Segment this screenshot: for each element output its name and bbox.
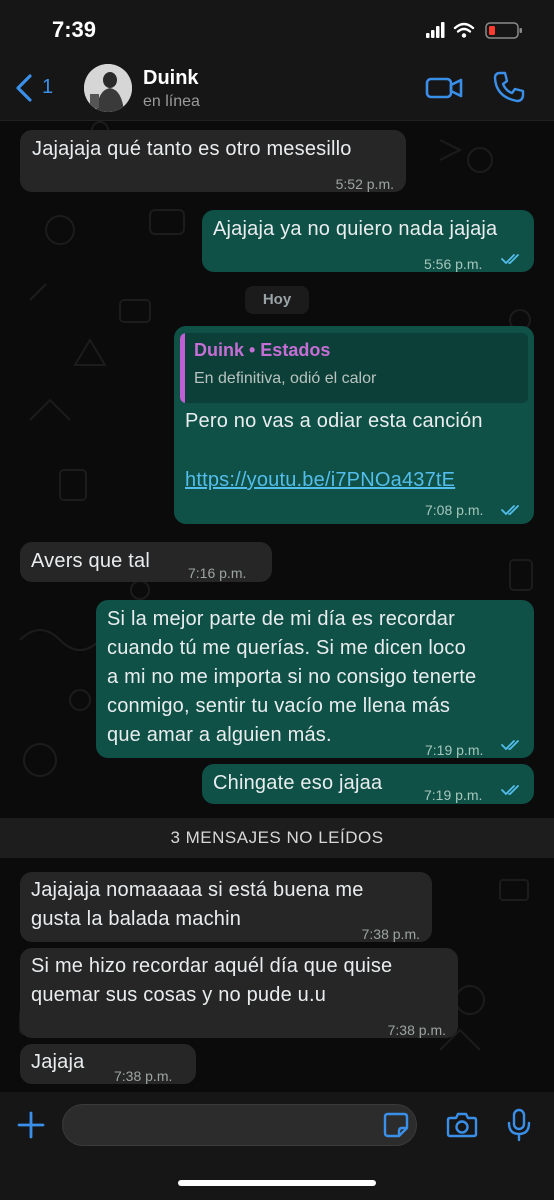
read-ticks-icon xyxy=(501,254,519,265)
quoted-status[interactable]: Duink • Estados En definitiva, odió el c… xyxy=(180,333,528,403)
message-incoming[interactable]: Jajaja 7:38 p.m. xyxy=(20,1044,196,1084)
date-separator: Hoy xyxy=(245,286,309,314)
plus-icon[interactable] xyxy=(16,1110,46,1140)
message-time: 7:38 p.m. xyxy=(114,1068,173,1084)
read-ticks-icon xyxy=(501,740,519,751)
contact-name[interactable]: Duink xyxy=(143,67,199,90)
message-text: Ajajaja ya no quiero nada jajaja xyxy=(213,218,498,240)
sticker-icon[interactable] xyxy=(383,1112,409,1138)
quote-author: Duink • Estados xyxy=(194,340,331,360)
status-icons xyxy=(426,22,522,39)
camera-icon[interactable] xyxy=(446,1112,478,1138)
quote-text: En definitiva, odió el calor xyxy=(194,370,377,387)
message-text: Jajajaja qué tanto es otro mesesillo xyxy=(32,138,352,160)
contact-status: en línea xyxy=(143,93,200,110)
battery-icon xyxy=(485,22,522,39)
read-ticks-icon xyxy=(501,505,519,516)
avatar[interactable] xyxy=(84,64,132,112)
message-text: Si la mejor parte de mi día es recordar … xyxy=(107,608,477,746)
message-time: 7:16 p.m. xyxy=(188,565,247,581)
message-outgoing[interactable]: Si la mejor parte de mi día es recordar … xyxy=(96,600,534,758)
home-indicator xyxy=(178,1180,376,1186)
compose-bar xyxy=(0,1092,554,1200)
message-text: Si me hizo recordar aquél día que quise … xyxy=(31,955,393,1006)
message-text: Chingate eso jajaa xyxy=(213,772,383,794)
message-text: Avers que tal xyxy=(31,550,150,572)
mic-icon[interactable] xyxy=(506,1108,532,1142)
status-bar: 7:39 xyxy=(0,0,554,56)
message-incoming[interactable]: Jajajaja nomaaaaa si está buena me gusta… xyxy=(20,872,432,942)
message-time: 7:38 p.m. xyxy=(387,1022,446,1038)
message-input[interactable] xyxy=(62,1104,417,1146)
message-time: 7:19 p.m. xyxy=(425,742,484,758)
message-time: 5:56 p.m. xyxy=(424,256,483,272)
quote-accent-bar xyxy=(180,333,185,403)
message-time: 7:19 p.m. xyxy=(424,787,483,803)
wifi-icon xyxy=(453,22,475,33)
signal-icon xyxy=(426,33,430,38)
message-time: 7:08 p.m. xyxy=(425,502,484,518)
message-incoming[interactable]: Avers que tal 7:16 p.m. xyxy=(20,542,272,582)
phone-icon[interactable] xyxy=(492,70,526,104)
message-link[interactable]: https://youtu.be/i7PNOa437tE xyxy=(185,466,455,495)
message-outgoing[interactable]: Ajajaja ya no quiero nada jajaja 5:56 p.… xyxy=(202,210,534,272)
message-text: Jajaja xyxy=(31,1051,85,1073)
status-time: 7:39 xyxy=(52,17,97,42)
chat-header: 1 Duink en línea xyxy=(0,56,554,121)
message-time: 5:52 p.m. xyxy=(335,176,394,192)
message-outgoing[interactable]: Chingate eso jajaa 7:19 p.m. xyxy=(202,764,534,804)
unread-chats-count[interactable]: 1 xyxy=(42,76,53,99)
message-incoming[interactable]: Si me hizo recordar aquél día que quise … xyxy=(20,948,458,1038)
message-text: Jajajaja nomaaaaa si está buena me gusta… xyxy=(31,879,364,930)
message-time: 7:38 p.m. xyxy=(361,926,420,942)
read-ticks-icon xyxy=(501,785,519,796)
video-call-icon[interactable] xyxy=(424,73,464,103)
unread-messages-banner: 3 MENSAJES NO LEÍDOS xyxy=(0,818,554,858)
message-text: Pero no vas a odiar esta canción xyxy=(185,410,483,432)
message-incoming[interactable]: Jajajaja qué tanto es otro mesesillo 5:5… xyxy=(20,130,406,192)
